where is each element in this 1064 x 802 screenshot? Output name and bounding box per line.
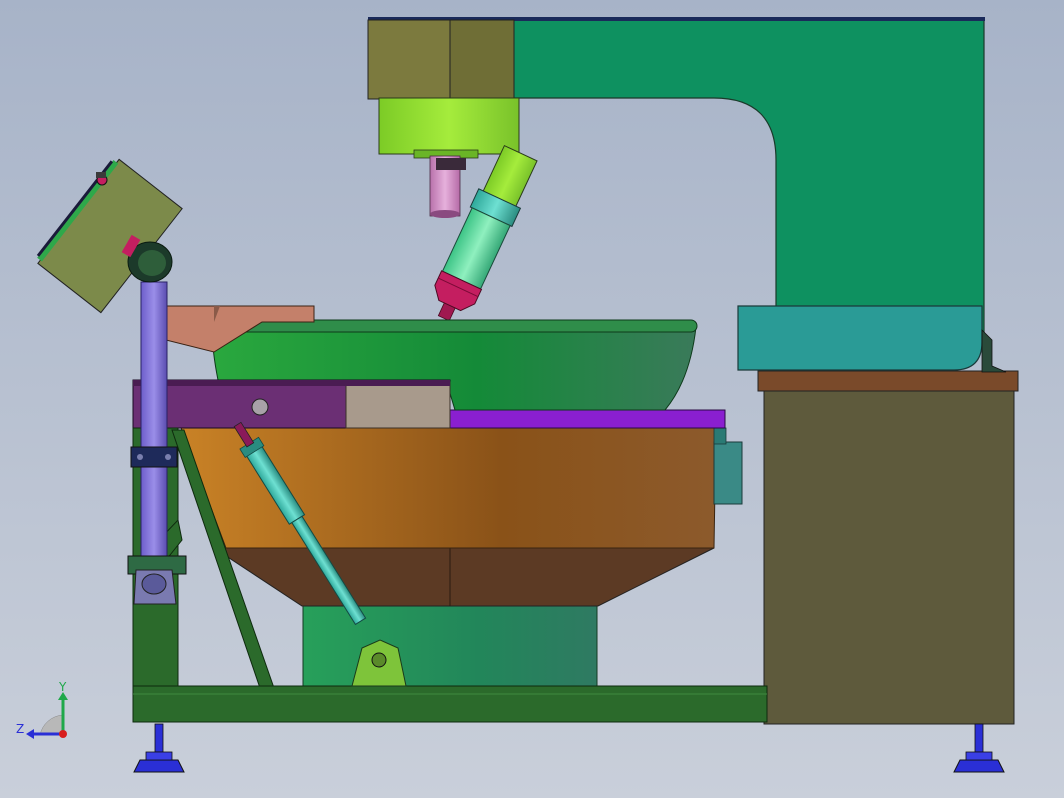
- stepped-block: [345, 381, 451, 429]
- y-axis-label: Y: [58, 680, 67, 694]
- cabinet-body: [763, 387, 1015, 725]
- machine-drawing: Y Z: [0, 0, 1064, 798]
- head-block-left: [367, 19, 451, 100]
- head-block-right: [449, 19, 515, 100]
- cabinet-top: [757, 370, 1019, 392]
- tray-pivot: [251, 398, 269, 416]
- head-collar: [378, 97, 520, 155]
- x-axis-dot: [59, 730, 67, 738]
- cabinet: [757, 370, 1019, 725]
- column: [140, 281, 168, 573]
- pedestal: [302, 599, 598, 687]
- base-rail: [132, 685, 768, 723]
- arm-foot-block: [737, 305, 983, 371]
- cad-viewport[interactable]: Y Z: [0, 0, 1064, 798]
- z-axis-label: Z: [16, 722, 24, 736]
